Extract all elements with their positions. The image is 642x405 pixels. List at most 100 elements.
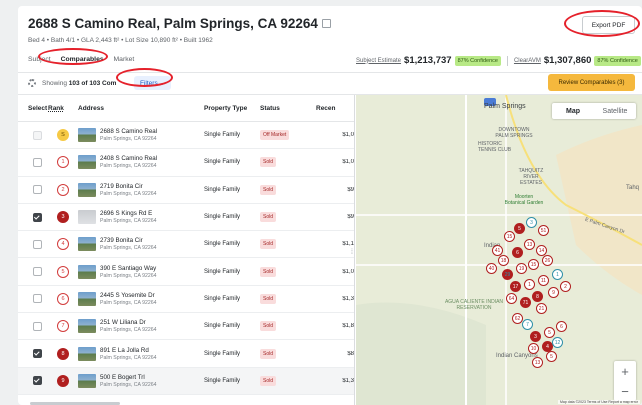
map-pin[interactable]: 64 — [506, 293, 517, 304]
row-checkbox[interactable] — [33, 349, 42, 359]
map-pin[interactable]: 2 — [560, 281, 571, 292]
tab-comparables[interactable]: Comparables — [61, 56, 104, 63]
row-checkbox[interactable] — [33, 376, 42, 386]
export-pdf-button[interactable]: Export PDF — [582, 16, 635, 34]
address-street[interactable]: 2739 Bonita Cir — [100, 237, 157, 244]
table-row-subject[interactable]: S 2688 S Camino Real Palm Springs, CA 922… — [18, 122, 354, 150]
map-pin[interactable]: 6 — [512, 247, 523, 258]
property-thumbnail[interactable] — [78, 210, 96, 225]
address-street[interactable]: 2719 Bonita Cir — [100, 183, 157, 190]
address-street[interactable]: 251 W Liliana Dr — [100, 319, 157, 326]
gear-icon[interactable] — [28, 79, 36, 87]
map-pin[interactable]: 40 — [486, 263, 497, 274]
zoom-out-button[interactable]: − — [614, 381, 636, 401]
row-checkbox[interactable] — [33, 294, 42, 304]
address-street[interactable]: 2408 S Camino Real — [100, 155, 157, 162]
map-pin[interactable]: 9 — [548, 287, 559, 298]
status-badge: Sold — [260, 321, 277, 332]
map-pin[interactable]: 62 — [512, 313, 523, 324]
filters-button[interactable]: Filters ⌄ — [134, 76, 171, 90]
column-header-rank[interactable]: Rank — [48, 105, 78, 112]
table-row[interactable]: 9 500 E Bogert Trl Palm Springs, CA 92264… — [18, 367, 354, 395]
table-row[interactable]: 8 891 E La Jolla Rd Palm Springs, CA 9226… — [18, 340, 354, 368]
map-view[interactable]: Palm Springs DOWNTOWN PALM SPRINGS HISTO… — [356, 95, 642, 405]
map-pin[interactable]: 11 — [538, 275, 549, 286]
map-pin[interactable]: 71 — [520, 297, 531, 308]
column-header-address[interactable]: Address — [78, 105, 204, 112]
map-pin[interactable]: 6 — [556, 321, 567, 332]
property-thumbnail[interactable] — [78, 319, 96, 334]
property-thumbnail[interactable] — [78, 264, 96, 279]
address-street[interactable]: 390 E Santiago Way — [100, 265, 157, 272]
map-pin[interactable]: 18 — [498, 255, 509, 266]
column-header-select[interactable]: Select — [18, 105, 48, 112]
clearavm-label[interactable]: ClearAVM — [514, 58, 541, 64]
subject-estimate-value: $1,213,737 — [404, 55, 452, 66]
map-pin[interactable]: 17 — [510, 281, 521, 292]
address-street[interactable]: 2445 S Yosemite Dr — [100, 292, 157, 299]
status-badge: Sold — [260, 184, 277, 195]
map-pin[interactable]: 1 — [552, 269, 563, 280]
map-pin[interactable]: 5 — [544, 327, 555, 338]
row-checkbox[interactable] — [33, 157, 42, 167]
row-checkbox[interactable] — [33, 212, 42, 222]
map-pin[interactable]: 26 — [542, 255, 553, 266]
table-row[interactable]: 6 2445 S Yosemite Dr Palm Springs, CA 922… — [18, 286, 354, 314]
map-pin[interactable]: 15 — [528, 259, 539, 270]
review-comparables-button[interactable]: Review Comparables (3) — [548, 74, 635, 91]
address-street[interactable]: 2688 S Camino Real — [100, 128, 157, 135]
row-checkbox[interactable] — [33, 239, 42, 249]
zoom-in-button[interactable]: + — [614, 361, 636, 381]
map-icon[interactable] — [321, 19, 331, 28]
table-row[interactable]: 7 251 W Liliana Dr Palm Springs, CA 92264… — [18, 313, 354, 341]
table-row[interactable]: 3 2696 S Kings Rd E Palm Springs, CA 9226… — [18, 204, 354, 232]
map-pin[interactable]: 13 — [524, 239, 535, 250]
map-pin[interactable]: 1 — [524, 279, 535, 290]
column-header-status[interactable]: Status — [260, 105, 316, 112]
column-header-recent[interactable]: Recen — [316, 105, 354, 112]
map-pin[interactable]: 29 — [502, 269, 513, 280]
map-pin[interactable]: 5 — [546, 351, 557, 362]
row-checkbox[interactable] — [33, 321, 42, 331]
map-pin[interactable]: 21 — [536, 303, 547, 314]
address-street[interactable]: 2696 S Kings Rd E — [100, 210, 157, 217]
property-thumbnail[interactable] — [78, 373, 96, 388]
property-address: 2688 S Camino Real, Palm Springs, CA 922… — [28, 16, 318, 31]
map-pin[interactable]: 5 — [514, 223, 525, 234]
map-pin[interactable]: 3 — [526, 217, 537, 228]
address-street[interactable]: 891 E La Jolla Rd — [100, 347, 157, 354]
tab-subject[interactable]: Subject — [28, 56, 51, 63]
property-thumbnail[interactable] — [78, 128, 96, 143]
recent-price: $9 — [347, 214, 354, 221]
map-pin[interactable]: 8 — [532, 291, 543, 302]
property-thumbnail[interactable] — [78, 182, 96, 197]
map-type-map-button[interactable]: Map — [552, 103, 594, 119]
property-thumbnail[interactable] — [78, 237, 96, 252]
rank-badge: 3 — [57, 211, 69, 224]
map-pin[interactable]: 7 — [522, 319, 533, 330]
row-checkbox[interactable] — [33, 267, 42, 277]
table-row[interactable]: 4 2739 Bonita Cir Palm Springs, CA 92264 … — [18, 231, 354, 259]
map-type-satellite-button[interactable]: Satellite — [594, 103, 636, 119]
table-row[interactable]: 1 2408 S Camino Real Palm Springs, CA 922… — [18, 149, 354, 177]
resize-handle-icon[interactable]: ⁞ — [351, 249, 353, 256]
map-pin[interactable]: 12 — [552, 337, 563, 348]
map-pin[interactable]: 51 — [538, 225, 549, 236]
showing-text: Showing 103 of 103 Com — [42, 80, 116, 87]
property-thumbnail[interactable] — [78, 155, 96, 170]
map-pin[interactable]: 13 — [532, 357, 543, 368]
map-pin[interactable]: 15 — [504, 231, 515, 242]
map-pin[interactable]: 19 — [516, 263, 527, 274]
tab-market[interactable]: Market — [114, 56, 135, 63]
property-thumbnail[interactable] — [78, 291, 96, 306]
map-pin[interactable]: 3 — [530, 331, 541, 342]
column-header-property-type[interactable]: Property Type — [204, 105, 260, 112]
property-thumbnail[interactable] — [78, 346, 96, 361]
map-attribution[interactable]: Map data ©2023 Terms of Use Report a map… — [558, 400, 640, 404]
map-pin[interactable]: 10 — [528, 343, 539, 354]
subject-estimate-label[interactable]: Subject Estimate — [356, 58, 401, 64]
address-street[interactable]: 500 E Bogert Trl — [100, 374, 157, 381]
table-row[interactable]: 2 2719 Bonita Cir Palm Springs, CA 92264 … — [18, 177, 354, 204]
table-row[interactable]: 5 390 E Santiago Way Palm Springs, CA 922… — [18, 258, 354, 286]
row-checkbox[interactable] — [33, 185, 42, 195]
